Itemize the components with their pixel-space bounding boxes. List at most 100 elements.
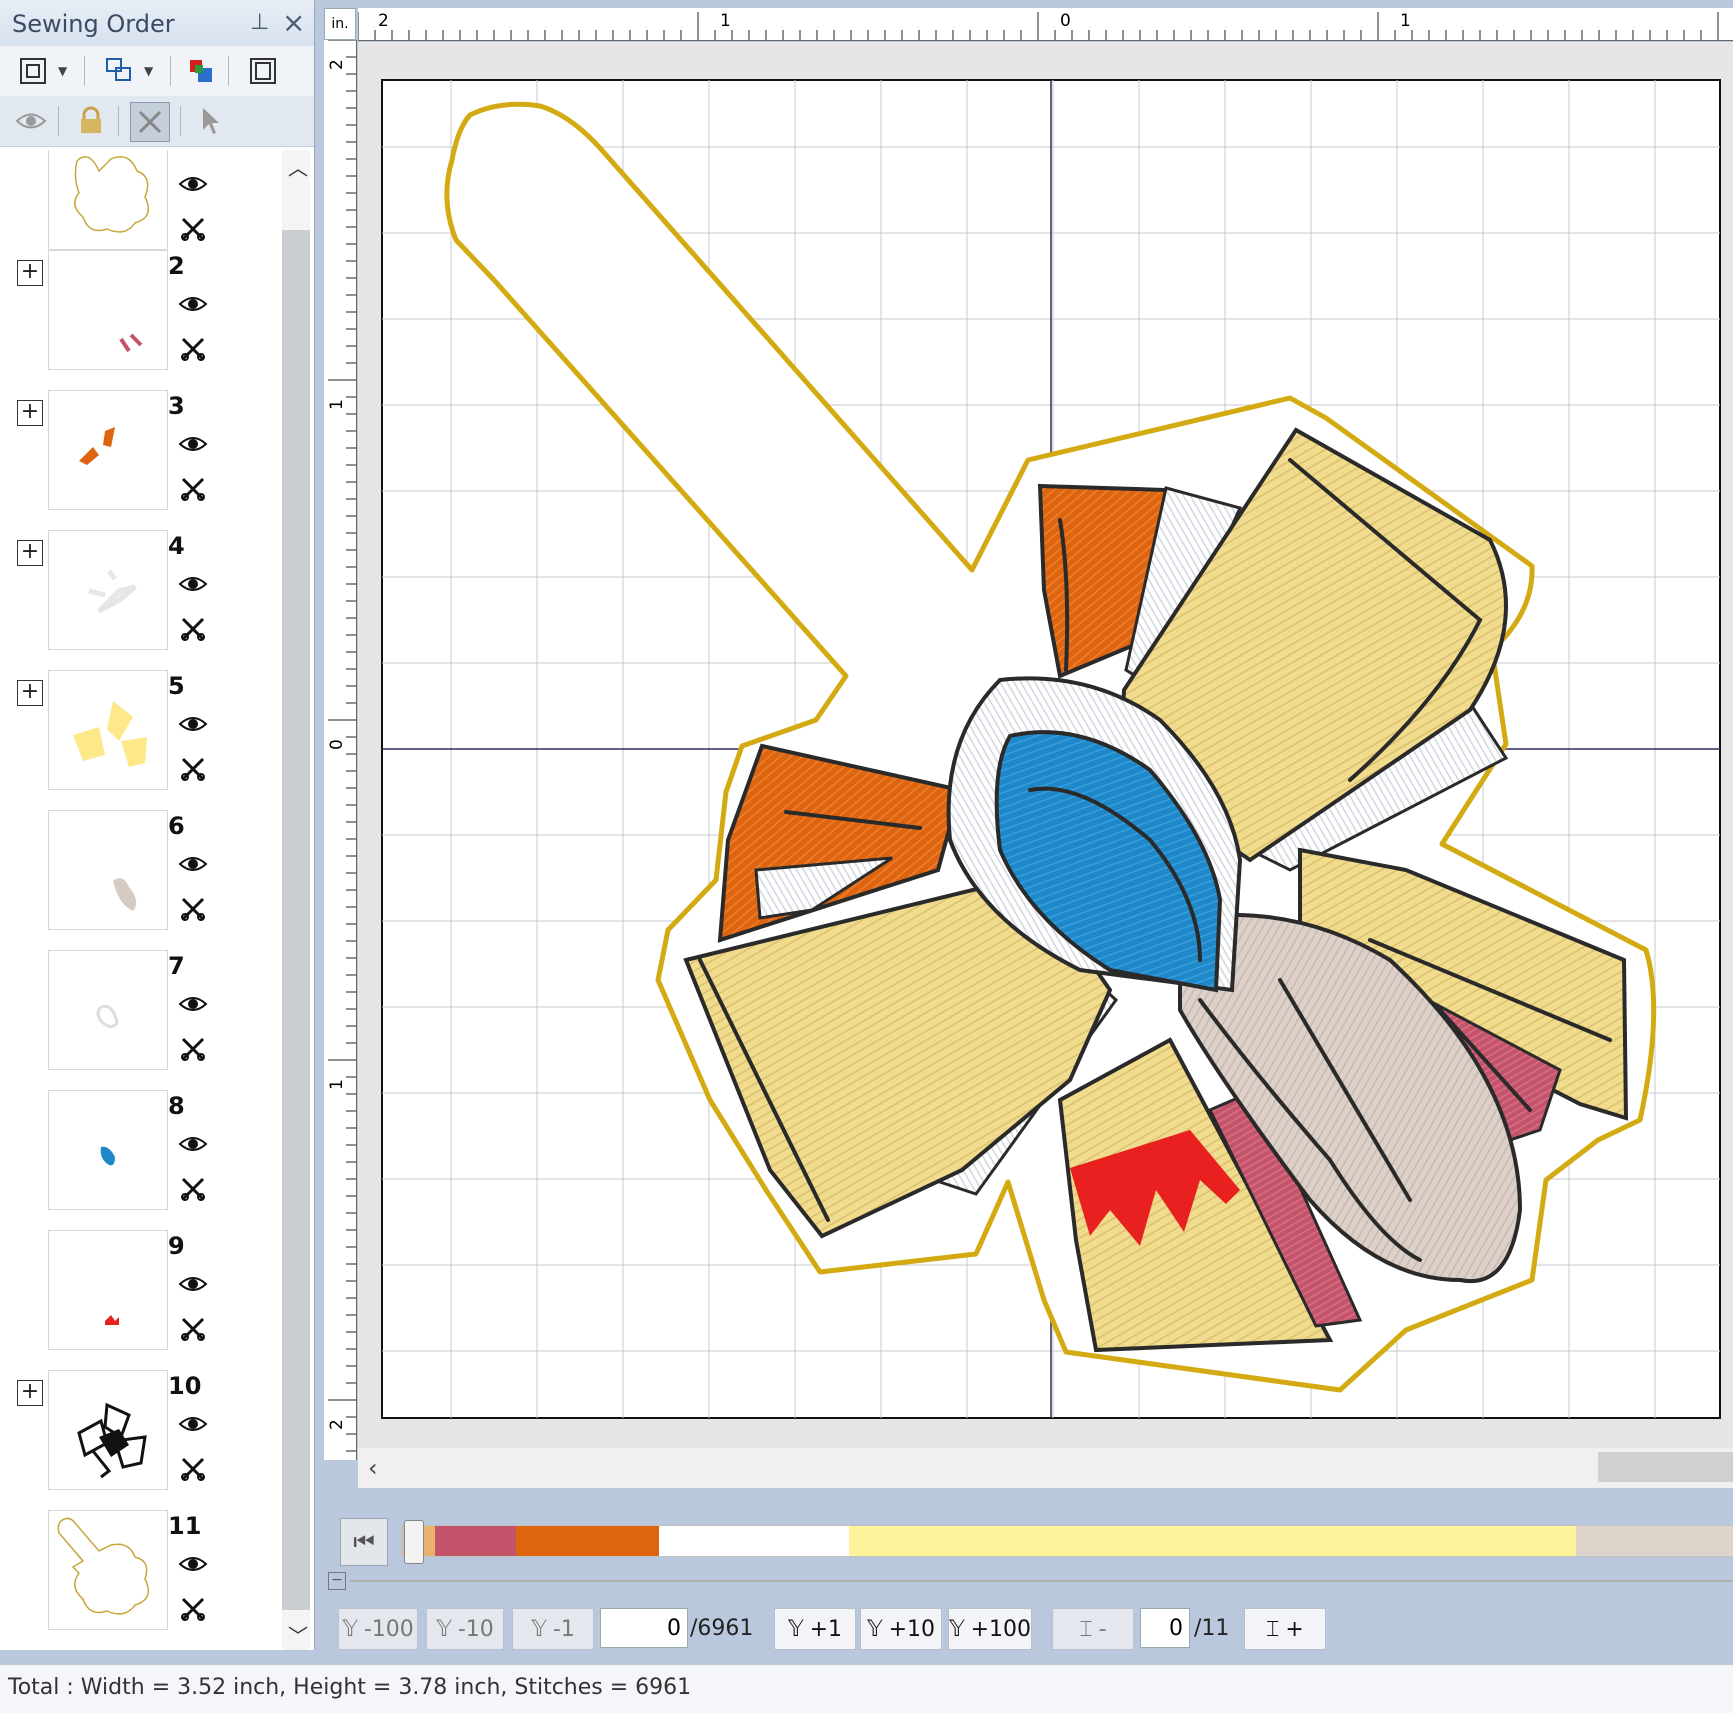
scissors-icon[interactable] (180, 616, 206, 646)
scissors-icon[interactable] (180, 336, 206, 366)
lock-icon[interactable] (72, 102, 110, 140)
scissors-icon[interactable] (180, 756, 206, 786)
hoop-plus-button[interactable]: ⌶ + (1244, 1608, 1326, 1650)
stitch-plus-100-button[interactable]: 𝕐 +100 (948, 1608, 1032, 1650)
ruler-label: 0 (327, 739, 347, 750)
hoop-icon[interactable] (244, 52, 282, 90)
expand-icon[interactable]: + (17, 680, 43, 706)
item-number: 6 (168, 812, 185, 840)
list-scrollbar[interactable]: ︿ ﹀ (282, 150, 310, 1650)
eye-icon[interactable] (178, 854, 208, 878)
hoop-minus-button[interactable]: ⌶ - (1052, 1608, 1134, 1650)
needle-icon: 𝕐 (788, 1616, 804, 1642)
scissors-icon[interactable] (180, 1316, 206, 1346)
scissors-icon[interactable] (180, 476, 206, 506)
scissors-icon[interactable] (180, 1176, 206, 1206)
stitch-minus-10-button[interactable]: 𝕐 -10 (426, 1608, 504, 1650)
thread-color-bar[interactable] (402, 1525, 1733, 1557)
expand-icon[interactable]: + (17, 260, 43, 286)
eye-icon[interactable] (178, 994, 208, 1018)
chevron-down-icon[interactable]: ﹀ (288, 1620, 308, 1649)
list-item[interactable]: 9 (6, 1230, 278, 1370)
stitch-plus-1-button[interactable]: 𝕐 +1 (774, 1608, 856, 1650)
needle-icon: 𝕐 (949, 1616, 965, 1642)
eye-icon[interactable] (178, 434, 208, 458)
eye-icon[interactable] (178, 574, 208, 598)
item-thumbnail (48, 150, 168, 250)
scissors-icon[interactable] (180, 216, 206, 246)
canvas-horizontal-scrollbar[interactable]: ‹ (358, 1448, 1733, 1488)
list-item[interactable]: + 10 (6, 1370, 278, 1510)
stitch-plus-10-button[interactable]: 𝕐 +10 (860, 1608, 942, 1650)
scissors-icon[interactable] (180, 1036, 206, 1066)
expand-icon[interactable]: + (17, 1380, 43, 1406)
eye-icon[interactable] (178, 714, 208, 738)
scissors-icon[interactable] (180, 1456, 206, 1486)
list-item[interactable]: 6 (6, 810, 278, 950)
scissors-icon[interactable] (180, 896, 206, 926)
expand-icon[interactable]: + (17, 400, 43, 426)
horizontal-ruler: 2 1 0 1 (357, 8, 1733, 41)
color-segment (1575, 1526, 1733, 1556)
chevron-left-icon[interactable]: ‹ (368, 1454, 378, 1482)
panel-toolbar-2 (0, 96, 314, 147)
needle-icon: 𝕐 (867, 1616, 883, 1642)
pin-icon[interactable]: ⊥ (250, 10, 269, 35)
item-number: 10 (168, 1372, 202, 1400)
color-order-icon[interactable] (182, 52, 220, 90)
stitch-minus-100-button[interactable]: 𝕐 -100 (338, 1608, 418, 1650)
scrollbar-thumb[interactable] (282, 230, 310, 1610)
list-item[interactable]: + 5 (6, 670, 278, 810)
needle-icon: 𝕐 (531, 1616, 547, 1642)
list-item[interactable]: 7 (6, 950, 278, 1090)
expand-icon[interactable]: + (17, 540, 43, 566)
eye-icon[interactable] (178, 1414, 208, 1438)
eye-icon[interactable] (178, 1554, 208, 1578)
color-segment (516, 1526, 659, 1556)
design-canvas[interactable] (358, 42, 1733, 1460)
chevron-down-icon[interactable]: ▼ (144, 64, 153, 78)
vertical-ruler: 2 1 0 1 2 (324, 39, 357, 1460)
scissors-icon[interactable] (180, 1596, 206, 1626)
list-item[interactable]: + 2 (6, 250, 278, 390)
select-arrow-icon[interactable] (192, 102, 230, 140)
status-bar: Total : Width = 3.52 inch, Height = 3.78… (0, 1664, 1733, 1713)
stitch-minus-1-button[interactable]: 𝕐 -1 (512, 1608, 594, 1650)
color-segment (848, 1526, 1576, 1556)
item-thumbnail (48, 250, 168, 370)
ruler-label: 2 (378, 11, 389, 31)
item-number: 11 (168, 1512, 202, 1540)
item-number: 5 (168, 672, 185, 700)
sewing-order-list: + 2 + 3 + 4 + 5 6 7 8 9 + 10 11 (6, 150, 278, 1650)
collapse-icon[interactable]: − (328, 1572, 346, 1590)
list-item[interactable]: + 3 (6, 390, 278, 530)
list-item[interactable]: 8 (6, 1090, 278, 1230)
scrollbar-thumb[interactable] (1598, 1452, 1733, 1482)
chevron-up-icon[interactable]: ︿ (288, 152, 308, 181)
trim-icon[interactable] (130, 102, 170, 142)
eye-icon[interactable] (178, 1134, 208, 1158)
close-icon[interactable]: × (282, 6, 305, 39)
hoop-current-field[interactable]: 0 (1140, 1608, 1190, 1648)
fit-view-icon[interactable] (14, 52, 52, 90)
eye-icon[interactable] (178, 294, 208, 318)
needle-icon: 𝕐 (436, 1616, 452, 1642)
hoop-total-label: /11 (1194, 1616, 1230, 1641)
list-item[interactable]: 11 (6, 1510, 278, 1650)
stitch-slider-knob[interactable] (404, 1520, 424, 1564)
needle-icon: 𝕐 (342, 1616, 358, 1642)
sewing-order-panel: Sewing Order ⊥ × ▼ ▼ + 2 + 3 + 4 + 5 6 7… (0, 0, 315, 1650)
chevron-down-icon[interactable]: ▼ (58, 64, 67, 78)
item-thumbnail (48, 1510, 168, 1630)
ruler-label: 1 (1400, 11, 1411, 31)
visibility-icon[interactable] (12, 102, 50, 140)
panel-toolbar-1: ▼ ▼ (0, 46, 314, 97)
item-number: 4 (168, 532, 185, 560)
eye-icon[interactable] (178, 174, 208, 198)
first-stitch-button[interactable]: ⏮ (340, 1518, 388, 1566)
color-segment (658, 1526, 849, 1556)
list-item[interactable]: + 4 (6, 530, 278, 670)
stitch-current-field[interactable]: 0 (600, 1608, 688, 1648)
eye-icon[interactable] (178, 1274, 208, 1298)
group-icon[interactable] (100, 52, 138, 90)
